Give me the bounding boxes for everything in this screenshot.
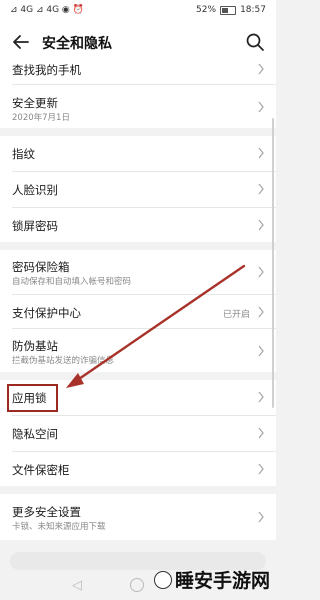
settings-group-device: 查找我的手机 安全更新 2020年7月1日 [0, 62, 276, 128]
item-label: 指纹 [12, 147, 35, 161]
annotation-highlight-box [7, 384, 58, 412]
item-subtitle: 拦截伪基站发送的诈骗信息 [12, 356, 115, 366]
item-label: 防伪基站 [12, 339, 58, 353]
scrollbar[interactable] [272, 118, 274, 408]
clock: 18:57 [240, 5, 266, 15]
chevron-right-icon [258, 101, 264, 113]
item-subtitle: 卡锁、未知来源应用下载 [12, 522, 106, 532]
item-subtitle: 2020年7月1日 [12, 113, 70, 123]
watermark: 睡安手游网 [153, 566, 270, 593]
status-icons: ⊿ 4G ⊿ 4G ◉ ⏰ [10, 5, 84, 15]
item-subtitle: 自动保存和自动填入帐号和密码 [12, 277, 132, 287]
status-bar: ⊿ 4G ⊿ 4G ◉ ⏰ 52% 18:57 [0, 0, 276, 22]
file-safe-item[interactable]: 文件保密柜 [0, 452, 276, 486]
item-label: 隐私空间 [12, 427, 58, 441]
item-label: 查找我的手机 [12, 63, 81, 77]
item-label: 更多安全设置 [12, 505, 81, 519]
fake-base-station-item[interactable]: 防伪基站 拦截伪基站发送的诈骗信息 [0, 329, 276, 372]
fingerprint-item[interactable]: 指纹 [0, 136, 276, 171]
chevron-right-icon [258, 511, 264, 523]
settings-group-protection: 密码保险箱 自动保存和自动填入帐号和密码 支付保护中心 已开启 防伪基站 拦截伪… [0, 250, 276, 372]
private-space-item[interactable]: 隐私空间 [0, 416, 276, 451]
item-label: 人脸识别 [12, 183, 58, 197]
nav-home-icon[interactable] [130, 578, 144, 592]
battery-icon [220, 5, 237, 15]
chevron-right-icon [258, 345, 264, 357]
battery-percent: 52% [196, 5, 217, 15]
chevron-right-icon [258, 427, 264, 439]
chevron-right-icon [258, 147, 264, 159]
watermark-logo-icon [153, 570, 172, 589]
find-my-phone-item[interactable]: 查找我的手机 [0, 62, 276, 82]
status-value: 已开启 [222, 310, 250, 320]
chevron-right-icon [258, 391, 264, 403]
settings-group-more: 更多安全设置 卡锁、未知来源应用下载 [0, 494, 276, 540]
more-security-settings-item[interactable]: 更多安全设置 卡锁、未知来源应用下载 [0, 494, 276, 540]
chevron-right-icon [258, 219, 264, 231]
lock-screen-password-item[interactable]: 锁屏密码 [0, 208, 276, 242]
app-header: 安全和隐私 [0, 22, 276, 62]
page-title: 安全和隐私 [42, 36, 112, 52]
item-label: 文件保密柜 [12, 463, 70, 477]
status-right: 52% 18:57 [196, 5, 266, 15]
item-label: 锁屏密码 [12, 219, 58, 233]
chevron-right-icon [258, 266, 264, 278]
chevron-right-icon [258, 63, 264, 75]
nav-back-icon[interactable]: ◁ [72, 578, 82, 593]
face-recognition-item[interactable]: 人脸识别 [0, 172, 276, 207]
watermark-text: 睡安手游网 [174, 570, 270, 592]
chevron-right-icon [258, 306, 264, 318]
search-icon[interactable] [245, 32, 265, 52]
settings-group-biometrics: 指纹 人脸识别 锁屏密码 [0, 136, 276, 242]
payment-protection-item[interactable]: 支付保护中心 已开启 [0, 295, 276, 328]
back-arrow-icon[interactable] [10, 31, 32, 53]
item-label: 密码保险箱 [12, 260, 70, 274]
security-update-item[interactable]: 安全更新 2020年7月1日 [0, 85, 276, 128]
chevron-right-icon [258, 183, 264, 195]
password-vault-item[interactable]: 密码保险箱 自动保存和自动填入帐号和密码 [0, 250, 276, 294]
item-label: 支付保护中心 [12, 306, 81, 320]
item-label: 安全更新 [12, 96, 58, 110]
chevron-right-icon [258, 463, 264, 475]
